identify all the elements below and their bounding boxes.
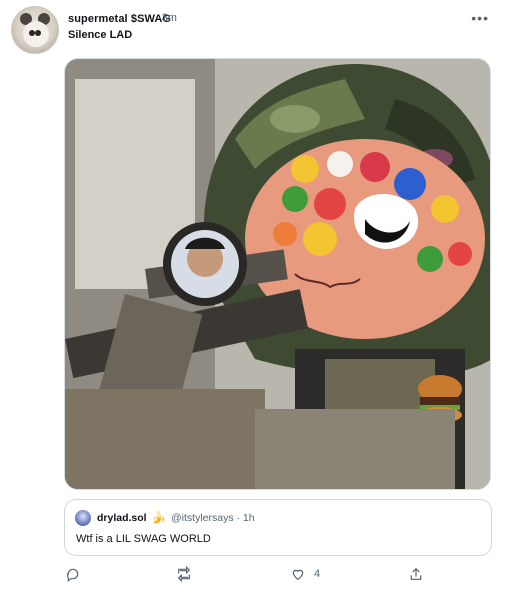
quoted-author-avatar[interactable] <box>75 510 91 526</box>
like-count: 4 <box>314 568 321 580</box>
quoted-tweet[interactable]: drylad.sol 🍌 @itstylersays · 1h Wtf is a… <box>64 499 492 556</box>
post-timestamp[interactable]: ·3m <box>158 12 177 24</box>
more-options-icon[interactable]: ••• <box>471 10 489 26</box>
quoted-tweet-text: Wtf is a LIL SWAG WORLD <box>76 533 211 545</box>
retweet-icon <box>177 566 191 582</box>
share-button[interactable] <box>408 566 424 582</box>
quoted-handle-time[interactable]: @itstylersays · 1h <box>171 512 255 524</box>
reply-button[interactable] <box>65 566 81 582</box>
author-avatar[interactable] <box>11 6 59 54</box>
reply-icon <box>67 568 79 582</box>
tweet-text: Silence LAD <box>68 29 133 41</box>
photo-media[interactable] <box>64 58 491 490</box>
like-button[interactable]: 4 <box>290 566 320 582</box>
heart-icon <box>292 569 304 581</box>
retweet-button[interactable] <box>176 566 192 582</box>
tweet: supermetal $SWAG ·3m Silence LAD ••• dry… <box>0 0 505 592</box>
author-display-name[interactable]: supermetal $SWAG <box>68 13 171 25</box>
quoted-author-name[interactable]: drylad.sol <box>97 512 147 524</box>
share-icon <box>410 567 422 580</box>
tweet-actions: 4 <box>0 566 505 590</box>
photo-illustration <box>65 59 490 489</box>
banana-emoji: 🍌 <box>151 510 166 524</box>
